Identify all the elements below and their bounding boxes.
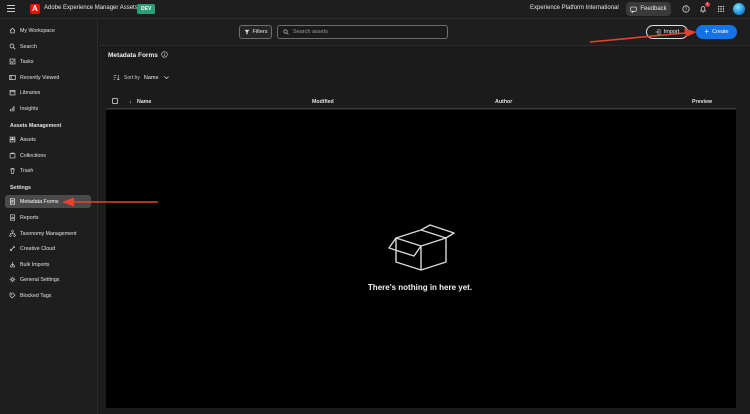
empty-box-icon bbox=[388, 224, 455, 271]
sidebar-item-label: Creative Cloud bbox=[20, 245, 56, 252]
column-header-preview: Preview bbox=[692, 99, 713, 105]
top-bar: Adobe Experience Manager Assets DEV Expe… bbox=[0, 0, 750, 19]
annotation-arrow-to-create bbox=[589, 28, 697, 43]
sidebar-item-recently-viewed[interactable]: Recently Viewed bbox=[5, 71, 91, 84]
sidebar-item-label: My Workspace bbox=[20, 27, 55, 34]
table-header: ↓ Name Modified Author Preview bbox=[106, 95, 736, 109]
trash-icon bbox=[10, 167, 15, 174]
chart-icon bbox=[9, 106, 15, 112]
sidebar-item-label: Collections bbox=[20, 152, 46, 159]
sidebar-item-label: Taxonomy Management bbox=[20, 230, 77, 237]
svg-text:?: ? bbox=[685, 7, 688, 12]
column-header-name[interactable]: Name bbox=[137, 99, 151, 105]
sort-value: Name bbox=[143, 74, 159, 81]
search-input[interactable] bbox=[293, 29, 433, 35]
feedback-label: Feedback bbox=[640, 6, 667, 12]
filters-label: Filters bbox=[252, 29, 268, 35]
filter-icon bbox=[244, 29, 249, 35]
sidebar-item-search[interactable]: Search bbox=[5, 40, 91, 53]
column-header-author[interactable]: Author bbox=[495, 99, 512, 105]
notification-count-badge: 1 bbox=[705, 2, 710, 7]
chevron-down-icon bbox=[163, 76, 169, 80]
form-icon bbox=[10, 198, 15, 205]
empty-state-message: There's nothing in here yet. bbox=[367, 283, 473, 292]
sidebar-item-general-settings[interactable]: General Settings bbox=[5, 273, 91, 286]
sidebar-item-trash[interactable]: Trash bbox=[5, 164, 91, 177]
gear-icon bbox=[9, 276, 16, 283]
hamburger-menu-icon[interactable] bbox=[7, 5, 15, 13]
info-icon[interactable] bbox=[161, 51, 168, 58]
help-icon[interactable]: ? bbox=[681, 4, 691, 14]
search-icon bbox=[9, 43, 16, 50]
taxonomy-icon bbox=[9, 230, 16, 237]
feedback-button[interactable]: Feedback bbox=[626, 2, 671, 16]
sidebar-item-label: Trash bbox=[20, 167, 34, 174]
sidebar-item-label: Blocked Tags bbox=[20, 292, 52, 299]
search-icon bbox=[283, 29, 289, 35]
sidebar-item-collections[interactable]: Collections bbox=[5, 149, 91, 162]
sidebar-item-insights[interactable]: Insights bbox=[5, 102, 91, 115]
select-all-checkbox[interactable] bbox=[112, 98, 118, 104]
sidebar-item-label: Bulk Imports bbox=[20, 261, 50, 268]
sidebar-item-label: Reports bbox=[20, 214, 39, 221]
user-avatar[interactable] bbox=[733, 3, 745, 15]
sidebar-item-blocked-tags[interactable]: Blocked Tags bbox=[5, 289, 91, 302]
library-icon bbox=[9, 90, 16, 96]
annotation-arrow-to-metadata-forms bbox=[62, 197, 158, 207]
tasks-icon bbox=[9, 58, 16, 65]
creative-cloud-icon bbox=[10, 245, 16, 251]
sidebar-item-taxonomy-management[interactable]: Taxonomy Management bbox=[5, 227, 91, 240]
page-title: Metadata Forms bbox=[108, 52, 158, 59]
sidebar-item-tasks[interactable]: Tasks bbox=[5, 55, 91, 68]
plus-icon: + bbox=[704, 27, 710, 36]
search-field[interactable] bbox=[277, 25, 448, 39]
app-switcher-grid-icon[interactable] bbox=[716, 4, 726, 14]
sidebar-item-label: Search bbox=[20, 43, 37, 50]
create-label: Create bbox=[712, 29, 729, 35]
sidebar-item-label: Tasks bbox=[20, 58, 34, 65]
org-switcher[interactable]: Experience Platform International bbox=[530, 5, 619, 11]
sidebar-item-assets[interactable]: Assets bbox=[5, 133, 91, 146]
tag-icon bbox=[9, 292, 16, 299]
sidebar-section-settings: Settings bbox=[10, 185, 31, 191]
sort-order-icon bbox=[113, 75, 120, 81]
sidebar-item-my-workspace[interactable]: My Workspace bbox=[5, 24, 91, 37]
sort-arrow-down-icon: ↓ bbox=[129, 99, 132, 105]
assets-icon bbox=[9, 136, 16, 143]
sidebar-item-label: General Settings bbox=[20, 276, 60, 283]
sidebar-item-creative-cloud[interactable]: Creative Cloud bbox=[5, 242, 91, 255]
report-icon bbox=[10, 214, 15, 221]
environment-badge: DEV bbox=[137, 4, 156, 14]
sort-by-label: Sort by bbox=[124, 74, 140, 81]
app-name: Adobe Experience Manager Assets bbox=[44, 5, 138, 11]
sidebar-item-reports[interactable]: Reports bbox=[5, 211, 91, 224]
collection-icon bbox=[9, 152, 16, 159]
sidebar-item-label: Insights bbox=[20, 105, 39, 112]
adobe-logo bbox=[30, 4, 40, 14]
sidebar-item-label: Libraries bbox=[20, 89, 41, 96]
sidebar-section-assets-management: Assets Management bbox=[10, 123, 62, 129]
recent-icon bbox=[9, 75, 16, 80]
sidebar-item-label: Assets bbox=[20, 136, 36, 143]
sort-control[interactable]: Sort by Name bbox=[113, 74, 170, 81]
feedback-icon bbox=[630, 6, 637, 13]
sidebar-item-libraries[interactable]: Libraries bbox=[5, 86, 91, 99]
home-icon bbox=[9, 27, 16, 34]
import-icon bbox=[10, 262, 15, 268]
sidebar-item-label: Metadata Forms bbox=[20, 198, 59, 205]
sidebar-item-bulk-imports[interactable]: Bulk Imports bbox=[5, 258, 91, 271]
column-header-modified[interactable]: Modified bbox=[312, 99, 334, 105]
sidebar-item-label: Recently Viewed bbox=[20, 74, 60, 81]
filters-button[interactable]: Filters bbox=[239, 25, 272, 39]
